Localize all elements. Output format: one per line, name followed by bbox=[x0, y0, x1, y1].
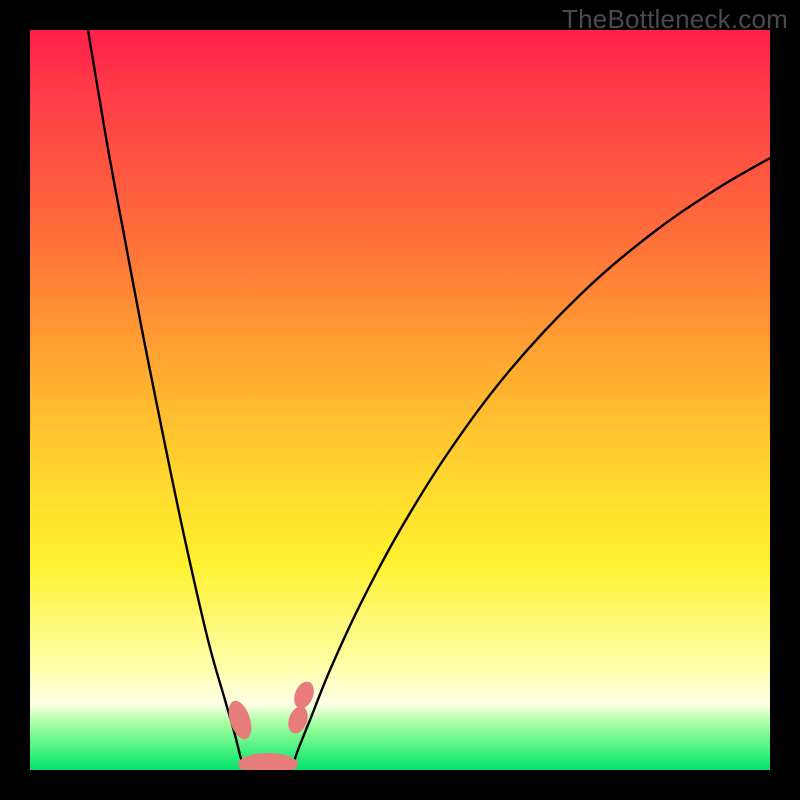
marker-pill-4 bbox=[238, 753, 298, 770]
marker-pill-3 bbox=[285, 704, 311, 736]
marker-pill-2 bbox=[290, 679, 317, 712]
chart-plot-area bbox=[30, 30, 770, 770]
chart-frame: TheBottleneck.com bbox=[0, 0, 800, 800]
curve-right bbox=[292, 158, 770, 768]
chart-svg bbox=[30, 30, 770, 770]
curve-left bbox=[88, 30, 244, 768]
marker-pill-1 bbox=[224, 698, 255, 742]
